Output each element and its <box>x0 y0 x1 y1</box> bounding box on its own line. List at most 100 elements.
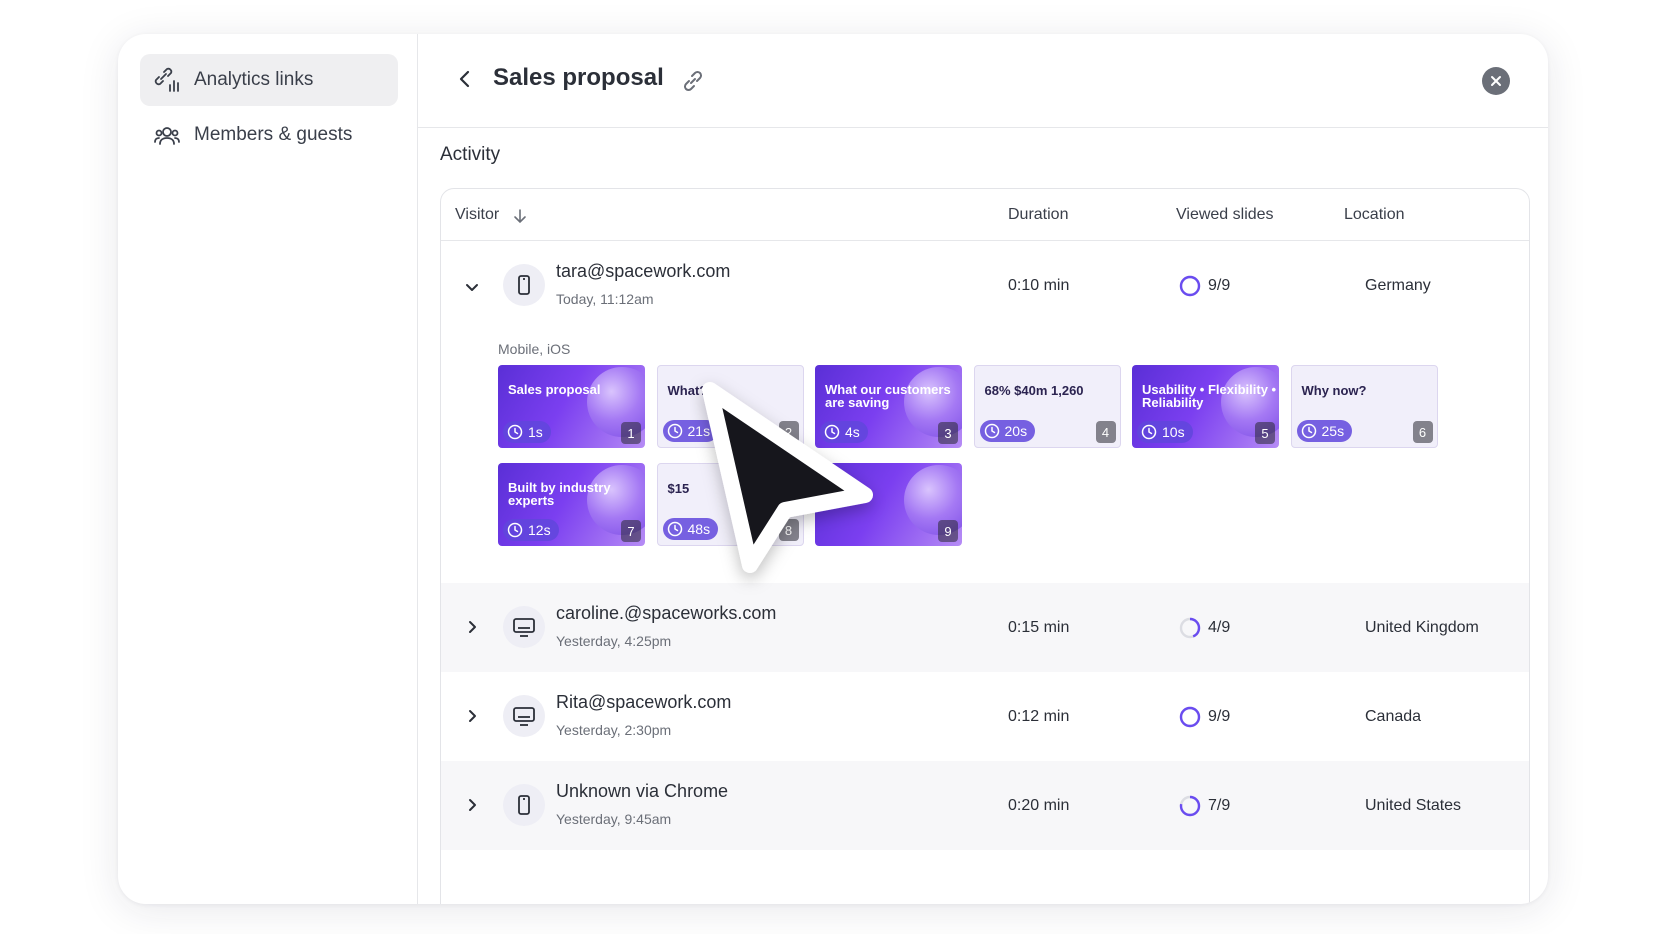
table-row[interactable]: caroline.@spaceworks.com Yesterday, 4:25… <box>441 583 1529 672</box>
device-badge <box>503 784 545 826</box>
location: Germany <box>1365 277 1431 294</box>
column-location: Location <box>1344 206 1405 223</box>
column-viewed-slides: Viewed slides <box>1176 206 1274 223</box>
location: Canada <box>1365 708 1422 725</box>
visit-time: Today, 11:12am <box>556 291 654 307</box>
page-title: Sales proposal <box>493 64 664 91</box>
clock-icon <box>1141 424 1157 440</box>
slide-time-badge: 4s <box>820 421 868 443</box>
table-row[interactable]: Unknown via Chrome Yesterday, 9:45am 0:2… <box>441 761 1529 850</box>
slide-number: 3 <box>938 422 958 444</box>
location: United Kingdom <box>1365 619 1479 636</box>
slide-number: 2 <box>778 421 799 443</box>
device-badge <box>503 264 545 306</box>
visitor-email: tara@spacework.com <box>556 261 731 281</box>
sidebar-item-members-guests[interactable]: Members & guests <box>140 109 398 161</box>
viewed-slides: 9/9 <box>1208 277 1231 294</box>
chevron-right-icon[interactable] <box>463 796 481 814</box>
duration: 0:20 min <box>1008 797 1070 814</box>
link-icon[interactable] <box>680 68 706 94</box>
slide-title: 68% $40m 1,260 <box>984 383 1084 398</box>
slide-time-badge: 48s <box>662 518 719 540</box>
clock-icon <box>984 423 999 439</box>
column-visitor[interactable]: Visitor <box>455 206 499 224</box>
slide-time: 4s <box>845 424 860 440</box>
members-icon <box>154 127 180 145</box>
mobile-icon <box>518 795 530 815</box>
close-button[interactable] <box>1482 67 1510 95</box>
table-row[interactable]: Rita@spacework.com Yesterday, 2:30pm 0:1… <box>441 672 1529 761</box>
slide-time: 25s <box>1321 423 1345 439</box>
slide-thumbnail[interactable]: What our customers are saving 4s 3 <box>815 365 962 448</box>
clock-icon <box>507 522 523 538</box>
slide-thumbnail[interactable]: you! 9 <box>815 463 962 546</box>
slide-thumbnail[interactable]: Built by industry experts 12s 7 <box>498 463 645 546</box>
slide-time: 48s <box>687 521 711 537</box>
slides-progress-ring <box>1179 706 1201 728</box>
slide-time-badge: 1s <box>503 421 551 443</box>
header: Sales proposal <box>418 34 1548 128</box>
progress-arc <box>1179 275 1201 297</box>
sort-down-icon[interactable] <box>513 208 527 224</box>
slide-time: 1s <box>528 424 543 440</box>
slide-thumbnail[interactable]: What? 21s 2 <box>656 365 804 448</box>
clock-icon <box>1301 423 1316 439</box>
visit-time: Yesterday, 2:30pm <box>556 722 672 738</box>
sidebar: Analytics links Members & guests <box>118 34 418 904</box>
slide-number: 8 <box>778 519 799 541</box>
slide-number: 6 <box>1412 421 1433 443</box>
device-badge <box>503 695 545 737</box>
slide-thumbnail[interactable]: $15 48s 8 <box>656 463 804 546</box>
table-row[interactable]: tara@spacework.com Today, 11:12am 0:10 m… <box>441 241 1529 583</box>
visitor-email: Unknown via Chrome <box>556 781 729 801</box>
device-badge <box>503 606 545 648</box>
table-header: Visitor Duration Viewed slides Location <box>441 189 1529 241</box>
duration: 0:15 min <box>1008 619 1070 636</box>
slide-time: 20s <box>1004 423 1028 439</box>
location: United States <box>1365 797 1462 814</box>
activity-table: Visitor Duration Viewed slides Location … <box>440 188 1530 904</box>
duration: 0:12 min <box>1008 708 1070 725</box>
chevron-right-icon[interactable] <box>463 707 481 725</box>
sidebar-item-analytics-links[interactable]: Analytics links <box>140 54 398 106</box>
mobile-icon <box>518 275 530 295</box>
back-arrow-icon[interactable] <box>452 66 478 92</box>
slides-progress-ring <box>1179 275 1201 297</box>
slide-time-badge: 10s <box>1137 421 1193 443</box>
slide-thumbnail[interactable]: 68% $40m 1,260 20s 4 <box>973 365 1121 448</box>
chevron-right-icon[interactable] <box>463 618 481 636</box>
sidebar-item-label: Members & guests <box>194 124 353 145</box>
column-duration: Duration <box>1008 206 1069 223</box>
slide-time: 10s <box>1162 424 1185 440</box>
clock-icon <box>507 424 523 440</box>
slide-thumbnail[interactable]: Why now? 25s 6 <box>1290 365 1438 448</box>
slide-thumbnail[interactable]: Sales proposal 1s 1 <box>498 365 645 448</box>
progress-arc <box>1179 706 1201 728</box>
slide-number: 1 <box>621 422 641 444</box>
analytics-link-icon <box>154 67 179 92</box>
slide-number: 4 <box>1095 421 1116 443</box>
app-window: Analytics links Members & guests Sales p… <box>118 34 1548 904</box>
slide-time-badge: 12s <box>503 519 559 541</box>
visitor-email: Rita@spacework.com <box>556 692 732 712</box>
slide-title: $15 <box>667 481 690 496</box>
viewed-slides: 4/9 <box>1208 619 1231 636</box>
viewed-slides: 9/9 <box>1208 708 1231 725</box>
device-info: Mobile, iOS <box>498 341 571 357</box>
slide-time: 21s <box>687 423 711 439</box>
slide-number: 5 <box>1255 422 1275 444</box>
chevron-down-icon[interactable] <box>463 278 481 296</box>
slide-time: 12s <box>528 522 551 538</box>
slide-thumbnail[interactable]: Usability • Flexibility • Reliability 10s… <box>1132 365 1279 448</box>
slide-title: Built by industry experts <box>508 480 611 508</box>
slide-title: Sales proposal <box>508 382 601 397</box>
clock-icon <box>824 424 840 440</box>
visit-time: Yesterday, 4:25pm <box>556 633 672 649</box>
desktop-icon <box>513 618 535 637</box>
slide-title: What? <box>667 383 708 398</box>
slides-progress-ring <box>1179 617 1201 639</box>
slide-number: 7 <box>621 520 641 542</box>
slide-title: What our customers are saving <box>825 382 951 410</box>
slide-time-badge: 21s <box>662 420 719 442</box>
slide-time-badge: 20s <box>979 420 1036 442</box>
